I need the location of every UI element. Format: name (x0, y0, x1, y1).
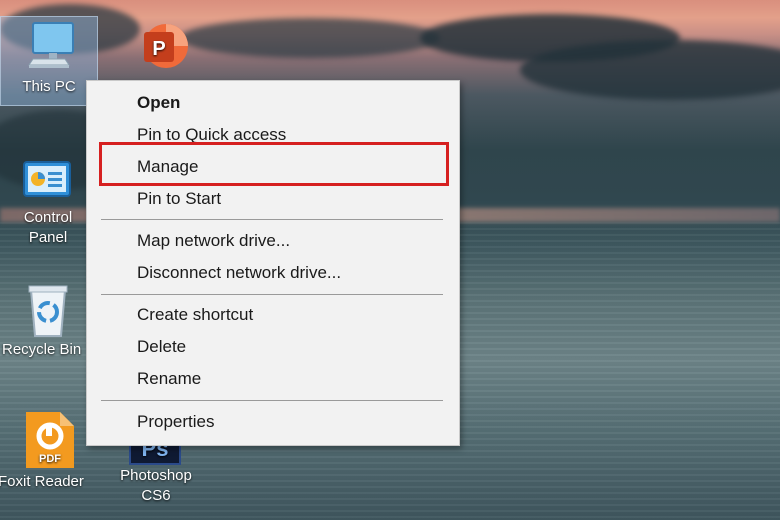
menu-separator (101, 294, 443, 295)
menu-item-rename[interactable]: Rename (87, 364, 459, 394)
cloud (520, 40, 780, 100)
desktop-icon-this-pc[interactable]: This PC (0, 16, 98, 106)
menu-item-map-network-drive[interactable]: Map network drive... (87, 226, 459, 256)
menu-separator (101, 219, 443, 220)
desktop-icon-label: This PC (22, 78, 76, 95)
menu-item-open[interactable]: Open (87, 88, 459, 118)
desktop-icon-label: Photoshop (120, 467, 192, 484)
menu-item-create-shortcut[interactable]: Create shortcut (87, 300, 459, 330)
desktop-icon-label: Recycle Bin (2, 341, 82, 358)
context-menu: Open Pin to Quick access Manage Pin to S… (86, 80, 460, 446)
desktop-icon-recycle-bin[interactable]: Recycle Bin (0, 282, 98, 360)
foxit-pdf-badge: PDF (39, 453, 61, 465)
desktop-icon-label: CS6 (141, 487, 171, 504)
menu-item-disconnect-network-drive[interactable]: Disconnect network drive... (87, 258, 459, 288)
cloud (180, 18, 440, 58)
menu-item-pin-to-start[interactable]: Pin to Start (87, 184, 459, 214)
menu-item-properties[interactable]: Properties (87, 407, 459, 437)
this-pc-icon (28, 22, 74, 68)
recycle-bin-icon (28, 285, 68, 337)
powerpoint-letter: P (152, 38, 165, 60)
desktop-icon-control-panel[interactable]: Control Panel (0, 156, 96, 248)
desktop-icon-foxit-reader[interactable]: PDF Foxit Reader (0, 408, 98, 492)
foxit-reader-icon: PDF (26, 412, 74, 468)
desktop-icon-label: Foxit Reader (0, 473, 84, 490)
powerpoint-icon: P (144, 24, 188, 68)
menu-item-delete[interactable]: Delete (87, 332, 459, 362)
desktop-icon-powerpoint[interactable]: P (110, 20, 206, 76)
control-panel-icon (23, 161, 71, 197)
desktop-icon-label: Panel (28, 229, 68, 246)
menu-separator (101, 400, 443, 401)
manage-highlight-box (99, 142, 449, 186)
desktop-icon-label: Control (23, 209, 73, 226)
